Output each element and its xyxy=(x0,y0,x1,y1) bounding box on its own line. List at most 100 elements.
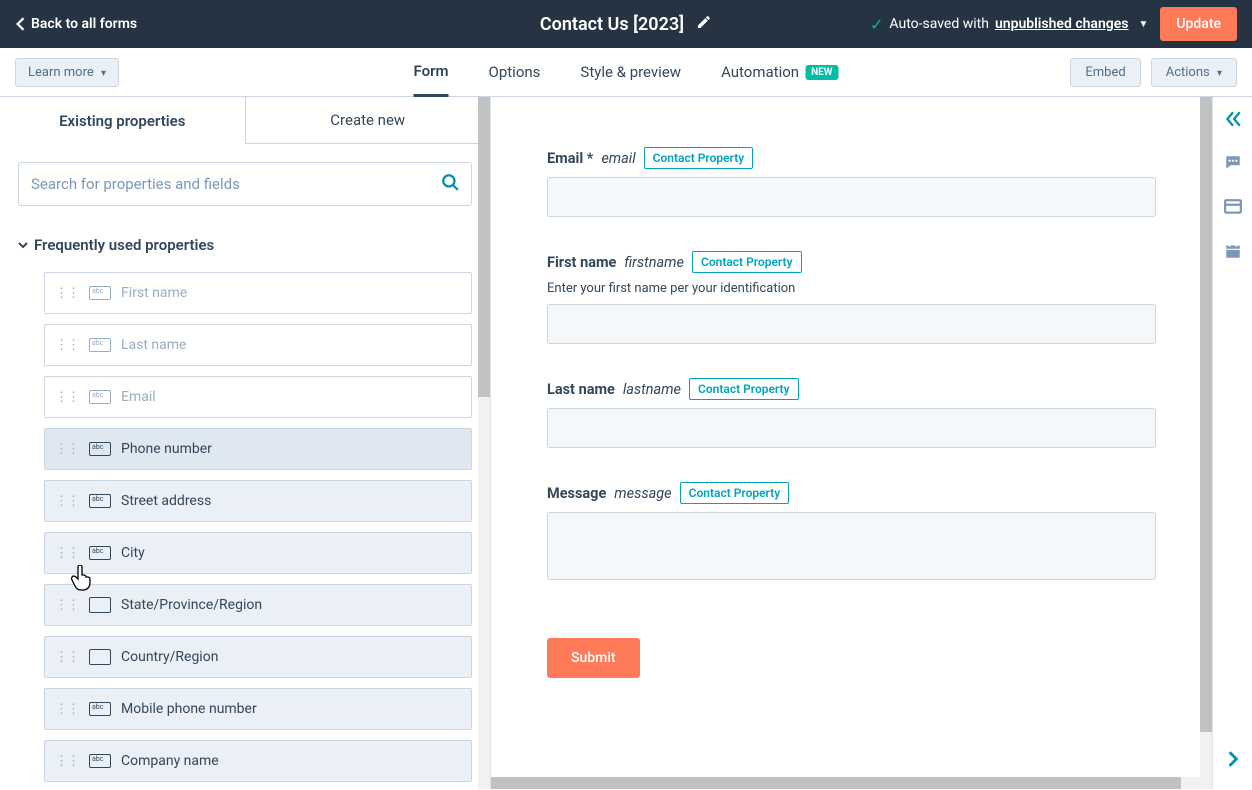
rail-window-button[interactable] xyxy=(1223,197,1243,217)
tab-existing-properties[interactable]: Existing properties xyxy=(0,97,246,144)
chevron-double-left-icon xyxy=(1224,110,1242,128)
field-type-icon xyxy=(89,597,111,613)
property-list: ⋮⋮First name⋮⋮Last name⋮⋮Email⋮⋮Phone nu… xyxy=(18,272,472,782)
property-item[interactable]: ⋮⋮ Mobile phone number xyxy=(44,688,472,730)
form-field[interactable]: Email * email Contact Property xyxy=(547,147,1156,217)
tab-form[interactable]: Form xyxy=(414,48,449,97)
search-box[interactable] xyxy=(18,162,472,206)
property-badge: Contact Property xyxy=(689,378,799,400)
drag-handle-icon: ⋮⋮ xyxy=(55,703,79,716)
caret-down-icon: ▾ xyxy=(101,68,106,79)
left-panel: Existing properties Create new Frequentl… xyxy=(0,97,490,789)
property-item[interactable]: ⋮⋮Street address xyxy=(44,480,472,522)
text-input[interactable] xyxy=(547,304,1156,344)
field-type-icon xyxy=(89,702,111,716)
property-item: ⋮⋮Email xyxy=(44,376,472,418)
subnav: Learn more ▾ Form Options Style & previe… xyxy=(0,48,1252,97)
left-scrollbar[interactable] xyxy=(478,97,490,789)
subnav-right: Embed Actions ▾ xyxy=(1070,58,1237,87)
field-label-row: First name firstname Contact Property xyxy=(547,251,1156,273)
drag-handle-icon: ⋮⋮ xyxy=(55,495,79,508)
drag-handle-icon: ⋮⋮ xyxy=(55,287,79,300)
right-rail xyxy=(1212,97,1252,789)
learn-more-button[interactable]: Learn more ▾ xyxy=(15,58,119,87)
field-type-icon xyxy=(89,338,111,352)
chevron-right-icon xyxy=(1224,750,1242,768)
caret-down-icon: ▼ xyxy=(1138,19,1148,30)
edit-title-button[interactable] xyxy=(696,14,712,34)
field-type-icon xyxy=(89,494,111,508)
property-badge: Contact Property xyxy=(692,251,802,273)
property-item[interactable]: ⋮⋮ City xyxy=(44,532,472,574)
field-label-row: Last namelastnameContact Property xyxy=(547,378,1156,400)
canvas-scrollbar-h[interactable] xyxy=(491,777,1200,789)
field-type-icon xyxy=(89,649,111,665)
form-field[interactable]: Last namelastnameContact Property xyxy=(547,378,1156,448)
property-item: ⋮⋮Last name xyxy=(44,324,472,366)
new-badge: NEW xyxy=(805,65,838,80)
search-icon xyxy=(441,173,459,195)
subnav-tabs: Form Options Style & preview Automation … xyxy=(414,48,839,97)
autosave-prefix: Auto-saved with xyxy=(889,16,989,32)
main: Existing properties Create new Frequentl… xyxy=(0,97,1252,789)
actions-button[interactable]: Actions ▾ xyxy=(1151,58,1237,87)
property-label: City xyxy=(121,545,145,561)
scrollbar-thumb[interactable] xyxy=(491,777,1181,789)
property-label: Company name xyxy=(121,753,219,769)
embed-button[interactable]: Embed xyxy=(1070,58,1140,87)
tab-automation[interactable]: Automation NEW xyxy=(721,48,838,97)
page-title: Contact Us [2023] xyxy=(540,14,684,35)
property-badge: Contact Property xyxy=(680,482,790,504)
field-type-icon xyxy=(89,286,111,300)
update-button[interactable]: Update xyxy=(1160,7,1237,41)
property-label: Mobile phone number xyxy=(121,701,257,717)
textarea-input[interactable] xyxy=(547,512,1156,580)
canvas-scrollbar-v[interactable] xyxy=(1200,97,1212,789)
section-frequently-used[interactable]: Frequently used properties xyxy=(18,236,472,254)
rail-expand-button[interactable] xyxy=(1223,749,1243,769)
rail-comments-button[interactable] xyxy=(1223,153,1243,173)
text-input[interactable] xyxy=(547,177,1156,217)
property-label: State/Province/Region xyxy=(121,597,262,613)
back-to-forms-link[interactable]: Back to all forms xyxy=(15,16,137,32)
drag-handle-icon: ⋮⋮ xyxy=(55,391,79,404)
property-item[interactable]: ⋮⋮ Country/Region xyxy=(44,636,472,678)
property-badge: Contact Property xyxy=(644,147,754,169)
tab-create-new[interactable]: Create new xyxy=(246,97,491,144)
form-field[interactable]: First namefirstnameContact PropertyEnter… xyxy=(547,251,1156,344)
left-body: Frequently used properties ⋮⋮First name⋮… xyxy=(0,144,490,789)
autosave-link: unpublished changes xyxy=(995,16,1129,32)
property-item[interactable]: ⋮⋮ State/Province/Region xyxy=(44,584,472,626)
property-item[interactable]: ⋮⋮Company name xyxy=(44,740,472,782)
scrollbar-thumb[interactable] xyxy=(1200,97,1212,732)
tab-options[interactable]: Options xyxy=(489,48,541,97)
drag-handle-icon: ⋮⋮ xyxy=(55,599,79,612)
drag-handle-icon: ⋮⋮ xyxy=(55,651,79,664)
rail-calendar-button[interactable] xyxy=(1223,241,1243,261)
field-internal-name: email xyxy=(601,150,635,167)
tab-style-preview[interactable]: Style & preview xyxy=(580,48,681,97)
submit-button[interactable]: Submit xyxy=(547,638,640,678)
property-item[interactable]: ⋮⋮Phone number xyxy=(44,428,472,470)
field-type-icon xyxy=(89,546,111,560)
form-canvas: Email * email Contact Property First name fi… xyxy=(490,97,1212,789)
form-field[interactable]: MessagemessageContact Property xyxy=(547,482,1156,580)
topbar: Back to all forms Contact Us [2023] ✓ Au… xyxy=(0,0,1252,48)
drag-handle-icon: ⋮⋮ xyxy=(55,339,79,352)
collapse-rail-button[interactable] xyxy=(1223,109,1243,129)
scrollbar-thumb[interactable] xyxy=(478,97,490,397)
field-label: Message xyxy=(547,485,606,502)
drag-handle-icon: ⋮⋮ xyxy=(55,547,79,560)
left-tabs: Existing properties Create new xyxy=(0,97,490,144)
text-input[interactable] xyxy=(547,408,1156,448)
autosave-status[interactable]: ✓ Auto-saved with unpublished changes ▼ xyxy=(870,15,1148,34)
field-internal-name: firstname xyxy=(624,254,684,271)
field-label: Email * xyxy=(547,150,593,167)
search-input[interactable] xyxy=(31,175,441,193)
property-label: Country/Region xyxy=(121,649,218,665)
field-type-icon xyxy=(89,390,111,404)
title-wrap: Contact Us [2023] xyxy=(540,14,712,35)
field-label: First name xyxy=(547,254,616,271)
window-icon xyxy=(1224,198,1242,216)
chevron-down-icon xyxy=(18,240,28,250)
